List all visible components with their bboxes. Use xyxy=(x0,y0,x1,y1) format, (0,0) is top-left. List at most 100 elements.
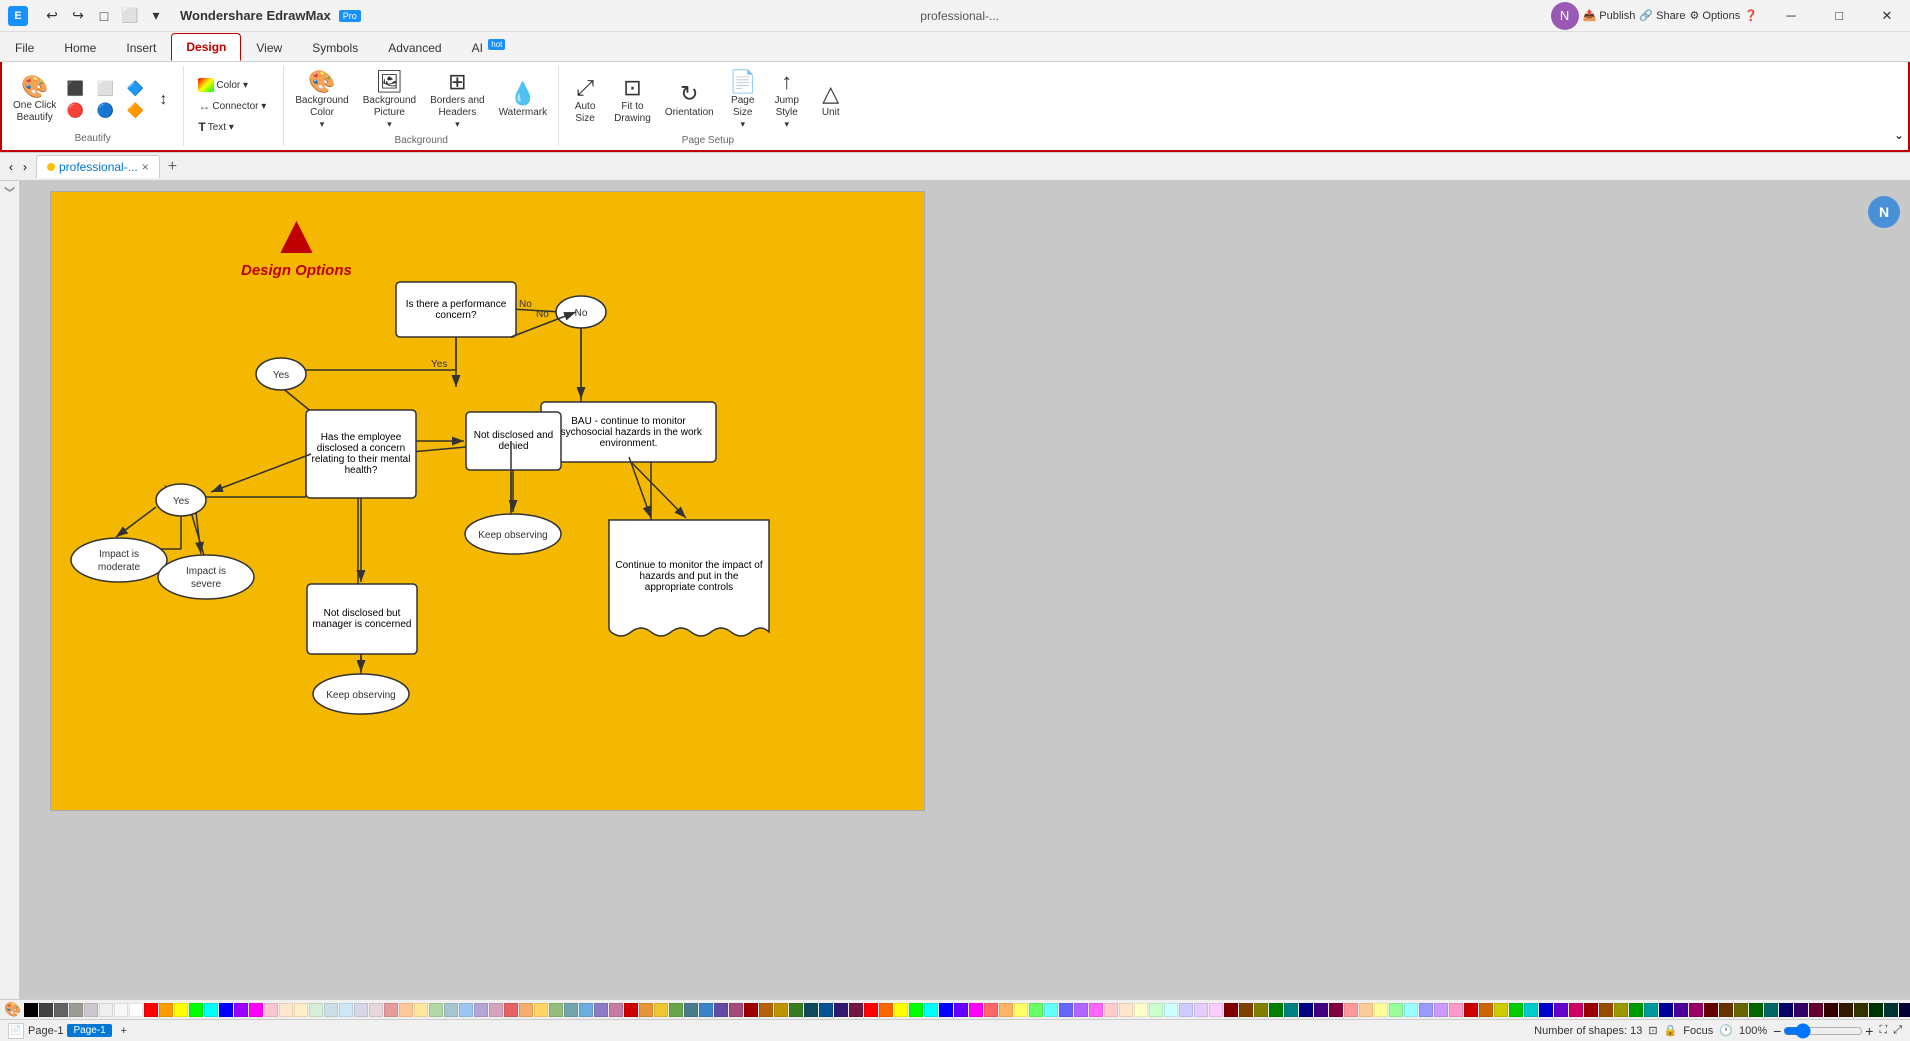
canvas-area[interactable]: ▲ Design Options xyxy=(20,181,1910,999)
palette-color-swatch[interactable] xyxy=(1509,1003,1523,1017)
tab-document[interactable]: professional-... × xyxy=(36,155,160,178)
palette-color-swatch[interactable] xyxy=(879,1003,893,1017)
beautify-btn-1[interactable]: ⬛ xyxy=(61,78,89,99)
palette-color-swatch[interactable] xyxy=(1269,1003,1283,1017)
tab-view[interactable]: View xyxy=(241,34,297,61)
palette-color-swatch[interactable] xyxy=(1119,1003,1133,1017)
more-button[interactable]: ▾ xyxy=(144,4,168,28)
background-picture-button[interactable]: 🖼 BackgroundPicture ▾ xyxy=(358,68,421,133)
palette-color-swatch[interactable] xyxy=(1479,1003,1493,1017)
tab-file[interactable]: File xyxy=(0,34,49,61)
tab-home[interactable]: Home xyxy=(49,34,111,61)
palette-color-swatch[interactable] xyxy=(1059,1003,1073,1017)
palette-color-swatch[interactable] xyxy=(564,1003,578,1017)
palette-color-swatch[interactable] xyxy=(1374,1003,1388,1017)
tab-insert[interactable]: Insert xyxy=(111,34,171,61)
palette-color-swatch[interactable] xyxy=(1644,1003,1658,1017)
tab-close-button[interactable]: × xyxy=(142,160,149,174)
undo-button[interactable]: ↩ xyxy=(40,4,64,28)
palette-color-swatch[interactable] xyxy=(1554,1003,1568,1017)
palette-color-swatch[interactable] xyxy=(1284,1003,1298,1017)
share-button[interactable]: 🔗 Share xyxy=(1639,9,1685,22)
palette-color-swatch[interactable] xyxy=(759,1003,773,1017)
palette-color-swatch[interactable] xyxy=(684,1003,698,1017)
palette-color-swatch[interactable] xyxy=(1299,1003,1313,1017)
palette-color-swatch[interactable] xyxy=(1734,1003,1748,1017)
palette-color-swatch[interactable] xyxy=(1209,1003,1223,1017)
palette-color-swatch[interactable] xyxy=(69,1003,83,1017)
palette-color-swatch[interactable] xyxy=(729,1003,743,1017)
palette-color-swatch[interactable] xyxy=(1899,1003,1910,1017)
palette-color-swatch[interactable] xyxy=(1014,1003,1028,1017)
options-button[interactable]: ⚙ Options xyxy=(1689,9,1740,22)
palette-color-swatch[interactable] xyxy=(1104,1003,1118,1017)
close-button[interactable]: ✕ xyxy=(1864,0,1910,32)
palette-color-swatch[interactable] xyxy=(1779,1003,1793,1017)
tab-advanced[interactable]: Advanced xyxy=(373,34,456,61)
palette-color-swatch[interactable] xyxy=(699,1003,713,1017)
zoom-out-button[interactable]: − xyxy=(1773,1023,1781,1039)
palette-color-swatch[interactable] xyxy=(1584,1003,1598,1017)
palette-color-swatch[interactable] xyxy=(1524,1003,1538,1017)
borders-headers-button[interactable]: ⊞ Borders andHeaders ▾ xyxy=(425,68,489,133)
palette-color-swatch[interactable] xyxy=(1659,1003,1673,1017)
palette-color-swatch[interactable] xyxy=(714,1003,728,1017)
palette-color-swatch[interactable] xyxy=(324,1003,338,1017)
palette-color-swatch[interactable] xyxy=(1494,1003,1508,1017)
beautify-btn-2[interactable]: ⬜ xyxy=(91,78,119,99)
palette-color-swatch[interactable] xyxy=(1749,1003,1763,1017)
palette-color-swatch[interactable] xyxy=(939,1003,953,1017)
palette-color-swatch[interactable] xyxy=(1029,1003,1043,1017)
page-icon[interactable]: 📄 xyxy=(8,1023,24,1039)
palette-color-swatch[interactable] xyxy=(1329,1003,1343,1017)
zoom-slider[interactable] xyxy=(1783,1023,1863,1039)
palette-color-swatch[interactable] xyxy=(519,1003,533,1017)
palette-color-swatch[interactable] xyxy=(1074,1003,1088,1017)
beautify-btn-3[interactable]: 🔷 xyxy=(121,78,149,99)
palette-color-swatch[interactable] xyxy=(1884,1003,1898,1017)
palette-color-swatch[interactable] xyxy=(429,1003,443,1017)
clock-icon[interactable]: 🕐 xyxy=(1719,1024,1733,1037)
palette-auto-color[interactable]: 🎨 xyxy=(4,1001,21,1018)
palette-color-swatch[interactable] xyxy=(204,1003,218,1017)
one-click-beautify-button[interactable]: 🎨 One ClickBeautify xyxy=(8,73,61,127)
palette-color-swatch[interactable] xyxy=(1164,1003,1178,1017)
beautify-btn-4[interactable]: 🔴 xyxy=(61,100,89,121)
palette-color-swatch[interactable] xyxy=(1569,1003,1583,1017)
palette-color-swatch[interactable] xyxy=(909,1003,923,1017)
lock-icon[interactable]: 🔒 xyxy=(1664,1024,1678,1037)
palette-color-swatch[interactable] xyxy=(1044,1003,1058,1017)
text-dropdown-button[interactable]: T Text ▾ xyxy=(194,118,270,136)
palette-color-swatch[interactable] xyxy=(624,1003,638,1017)
palette-color-swatch[interactable] xyxy=(339,1003,353,1017)
unit-button[interactable]: △ Unit xyxy=(811,80,851,122)
palette-color-swatch[interactable] xyxy=(249,1003,263,1017)
palette-color-swatch[interactable] xyxy=(1539,1003,1553,1017)
palette-color-swatch[interactable] xyxy=(354,1003,368,1017)
palette-color-swatch[interactable] xyxy=(1854,1003,1868,1017)
palette-color-swatch[interactable] xyxy=(1404,1003,1418,1017)
expand-button[interactable]: ⤢ xyxy=(1893,1024,1902,1037)
color-dropdown-button[interactable]: Color ▾ xyxy=(194,76,270,94)
palette-color-swatch[interactable] xyxy=(219,1003,233,1017)
palette-color-swatch[interactable] xyxy=(1674,1003,1688,1017)
page-add-button[interactable]: + xyxy=(116,1023,132,1039)
background-color-button[interactable]: 🎨 BackgroundColor ▾ xyxy=(290,68,353,133)
palette-color-swatch[interactable] xyxy=(1704,1003,1718,1017)
palette-color-swatch[interactable] xyxy=(114,1003,128,1017)
palette-color-swatch[interactable] xyxy=(369,1003,383,1017)
palette-color-swatch[interactable] xyxy=(1629,1003,1643,1017)
tab-add-button[interactable]: + xyxy=(160,154,185,180)
palette-color-swatch[interactable] xyxy=(954,1003,968,1017)
minimize-button[interactable]: ─ xyxy=(1768,0,1814,32)
palette-color-swatch[interactable] xyxy=(414,1003,428,1017)
beautify-arrows-button[interactable]: ↕ xyxy=(149,88,177,112)
palette-color-swatch[interactable] xyxy=(579,1003,593,1017)
palette-color-swatch[interactable] xyxy=(54,1003,68,1017)
auto-size-button[interactable]: ⤢ AutoSize xyxy=(565,74,605,128)
orientation-button[interactable]: ↻ Orientation xyxy=(660,80,719,122)
palette-color-swatch[interactable] xyxy=(894,1003,908,1017)
palette-color-swatch[interactable] xyxy=(1434,1003,1448,1017)
palette-color-swatch[interactable] xyxy=(654,1003,668,1017)
palette-color-swatch[interactable] xyxy=(1239,1003,1253,1017)
